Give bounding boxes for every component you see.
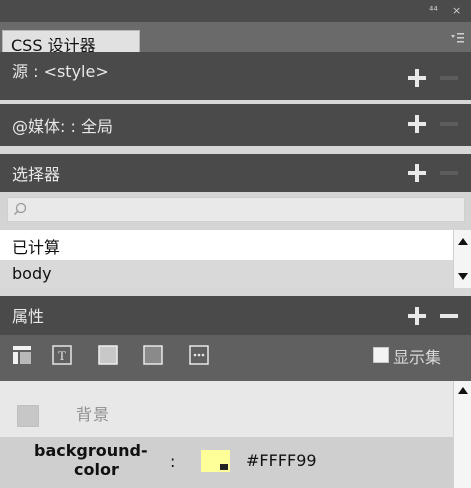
search-icon [13,202,27,216]
background-color-value[interactable]: #FFFF99 [246,451,317,470]
sources-section: 源 : <style> [0,52,471,100]
properties-title: 属性 [12,307,45,326]
add-media-button[interactable] [408,115,426,133]
scroll-down-icon[interactable] [458,273,468,280]
remove-media-button[interactable] [440,122,458,126]
more-category-icon[interactable] [189,345,209,365]
list-item[interactable]: 已计算 [12,234,60,258]
section-divider [0,288,471,296]
remove-property-button[interactable] [440,314,458,318]
tab-css-designer[interactable]: CSS 设计器 [2,30,140,55]
collapse-icon[interactable]: ⁴⁴ [429,3,438,19]
properties-scrollbar[interactable] [453,381,471,488]
selectors-title: 选择器 [12,165,61,184]
background-color-property: background- color : #FFFF99 [0,437,453,488]
list-item-selected[interactable]: body [0,260,453,288]
layout-category-icon[interactable] [12,345,32,365]
panel-menu-icon[interactable] [449,30,465,46]
selector-list: 已计算 body [0,230,453,288]
border-category-icon[interactable] [98,345,118,365]
background-color-name: background- color [34,441,204,479]
sources-title: 源 : <style> [12,62,109,81]
scroll-up-icon[interactable] [458,387,468,394]
background-category-icon[interactable] [143,345,163,365]
background-color-name-line2: color [74,460,119,479]
properties-list: 背景 background- color : #FFFF99 [0,381,453,488]
selector-search-field[interactable] [7,197,465,222]
selector-list-scrollbar[interactable] [453,230,471,288]
text-category-icon[interactable]: T [52,345,72,365]
close-icon[interactable]: × [452,3,461,19]
scroll-up-icon[interactable] [458,238,468,245]
background-section-icon [17,405,39,427]
background-section-header[interactable]: 背景 [0,393,453,427]
media-title: @媒体: : 全局 [12,117,113,136]
remove-selector-button[interactable] [440,171,458,175]
add-source-button[interactable] [408,69,426,87]
add-property-button[interactable] [408,307,426,325]
tab-row: CSS 设计器 [0,22,471,55]
add-selector-button[interactable] [408,164,426,182]
section-divider [0,146,471,154]
selectors-section: 选择器 [0,154,471,192]
properties-section: 属性 [0,296,471,335]
remove-source-button[interactable] [440,76,458,80]
background-color-name-line1: background- [34,441,148,460]
show-set-checkbox[interactable] [373,347,389,363]
list-item-label: body [12,264,52,283]
css-designer-panel: ⁴⁴ × CSS 设计器 源 : <style> @媒体: : 全局 选择器 已… [0,0,471,488]
property-colon: : [170,452,176,471]
svg-text:T: T [58,348,66,363]
show-set-label: 显示集 [393,348,442,367]
panel-topbar: ⁴⁴ × [0,0,471,22]
media-section: @媒体: : 全局 [0,104,471,146]
dropdown-icon [220,464,228,470]
background-color-swatch[interactable] [200,449,231,473]
background-section-label: 背景 [76,405,111,424]
